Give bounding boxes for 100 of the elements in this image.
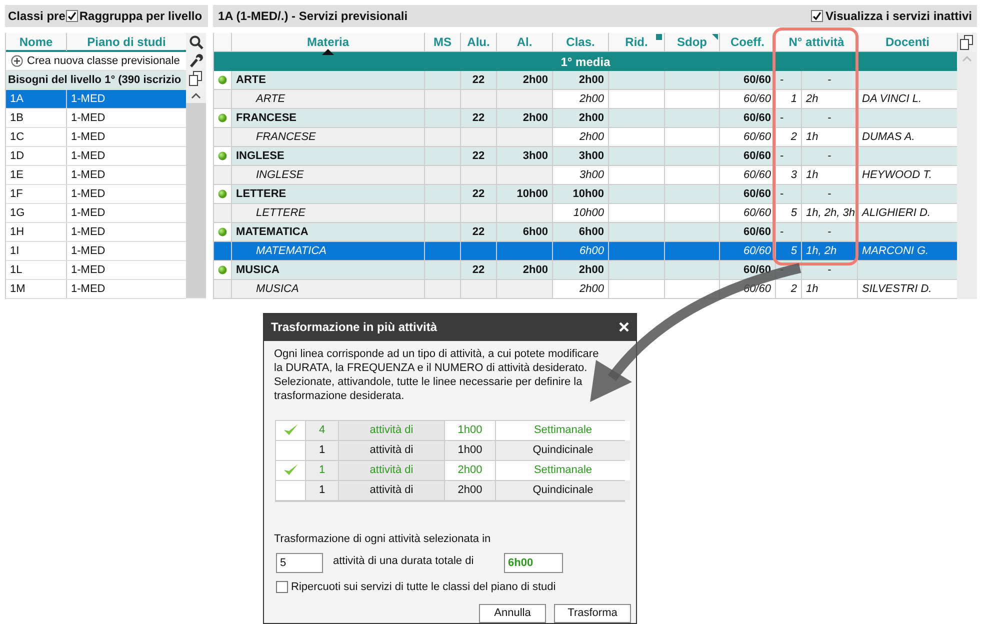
table-cell: 1L: [6, 261, 67, 279]
subject-row[interactable]: FRANCESE 22 2h00 2h00 60/60 - -: [214, 109, 957, 128]
column-header[interactable]: Coeff.: [720, 33, 776, 51]
column-header[interactable]: Al.: [497, 33, 553, 51]
table-cell: 6h00: [553, 223, 609, 241]
checkbox-label: Raggruppa per livello: [79, 8, 202, 25]
table-cell: -: [776, 71, 802, 89]
subject-cell: LETTERE: [232, 204, 425, 222]
table-cell: 6h00: [553, 242, 609, 260]
option-frequency[interactable]: Settimanale: [496, 420, 630, 440]
table-cell: 22: [461, 71, 497, 89]
subject-cell: MUSICA: [232, 261, 425, 279]
option-row[interactable]: 4 attività di 1h00 Settimanale: [276, 420, 624, 440]
count-field[interactable]: 5: [276, 553, 323, 574]
service-row[interactable]: MUSICA 2h00 60/60 2 1h SILVESTRI D.: [214, 280, 957, 299]
service-row[interactable]: FRANCESE 2h00 60/60 2 1h DUMAS A.: [214, 128, 957, 147]
table-cell: 22: [461, 261, 497, 279]
table-cell: 60/60: [720, 109, 776, 127]
class-row[interactable]: 1E 1-MED: [6, 166, 186, 185]
subject-cell: ARTE: [232, 71, 425, 89]
class-row[interactable]: 1L 1-MED: [6, 261, 186, 280]
table-cell: -: [802, 147, 858, 165]
subject-cell: FRANCESE: [232, 109, 425, 127]
subject-cell: MUSICA: [232, 280, 425, 298]
table-cell: -: [802, 185, 858, 203]
table-cell: 1h, 2h: [802, 242, 858, 260]
column-header[interactable]: MS: [425, 33, 461, 51]
option-frequency[interactable]: Quindicinale: [496, 440, 630, 460]
table-cell: 60/60: [720, 71, 776, 89]
column-header[interactable]: N° attività: [776, 33, 858, 51]
table-cell: 2h00: [553, 109, 609, 127]
table-cell: 22: [461, 223, 497, 241]
class-row[interactable]: 1M 1-MED: [6, 280, 186, 299]
class-row[interactable]: 1H 1-MED: [6, 223, 186, 242]
option-row[interactable]: 1 attività di 2h00 Quindicinale: [276, 480, 624, 500]
column-header[interactable]: Rid.: [609, 33, 665, 51]
column-header[interactable]: Clas.: [553, 33, 609, 51]
table-cell: 1B: [6, 109, 67, 127]
table-cell: 60/60: [720, 223, 776, 241]
total-field[interactable]: 6h00: [504, 553, 563, 574]
class-row[interactable]: 1C 1-MED: [6, 128, 186, 147]
dialog-button[interactable]: Annulla: [479, 604, 546, 623]
column-header[interactable]: Sdop: [665, 33, 720, 51]
column-header[interactable]: Nome: [6, 33, 67, 51]
dialog-description: Ogni linea corrisponde ad un tipo di attività, a cui potete modificare la DURATA, la FREQUENZA e il NUMERO di attività desiderato. Selezionate, attivandole, tutte le linee necessarie per definire la trasformazione desiderata.: [273, 346, 600, 402]
table-cell: 1M: [6, 280, 67, 298]
option-duration[interactable]: 2h00: [445, 480, 496, 500]
service-row[interactable]: ARTE 2h00 60/60 1 2h DA VINCI L.: [214, 90, 957, 109]
class-row[interactable]: 1I 1-MED: [6, 242, 186, 261]
table-cell: 22: [461, 109, 497, 127]
option-frequency[interactable]: Settimanale: [496, 460, 630, 480]
table-cell: 6h00: [497, 223, 553, 241]
table-cell: 60/60: [720, 185, 776, 203]
option-duration[interactable]: 1h00: [445, 420, 496, 440]
option-count[interactable]: 1: [306, 440, 339, 460]
group-row: Bisogni del livello 1° (390 iscrizio: [6, 71, 186, 90]
class-row[interactable]: 1D 1-MED: [6, 147, 186, 166]
class-row[interactable]: 1F 1-MED: [6, 185, 186, 204]
option-duration[interactable]: 2h00: [445, 460, 496, 480]
subject-cell: INGLESE: [232, 147, 425, 165]
service-row[interactable]: LETTERE 10h00 60/60 5 1h, 2h, 3h ALIGHIERI D.: [214, 204, 957, 223]
option-count[interactable]: 1: [306, 480, 339, 500]
class-row[interactable]: 1A 1-MED: [6, 90, 186, 109]
table-cell: -: [776, 223, 802, 241]
table-cell: 10h00: [553, 185, 609, 203]
table-cell: -: [802, 223, 858, 241]
option-row[interactable]: 1 attività di 1h00 Quindicinale: [276, 440, 624, 460]
table-cell: -: [776, 147, 802, 165]
subject-cell: MATEMATICA: [232, 223, 425, 241]
class-row[interactable]: 1B 1-MED: [6, 109, 186, 128]
option-duration[interactable]: 1h00: [445, 440, 496, 460]
table-cell: 2h00: [497, 109, 553, 127]
subject-row[interactable]: MATEMATICA 22 6h00 6h00 60/60 - -: [214, 223, 957, 242]
table-cell: 1I: [6, 242, 67, 260]
table-cell: 1G: [6, 204, 67, 222]
option-frequency[interactable]: Quindicinale: [496, 480, 630, 500]
dialog-title: Trasformazione in più attività: [271, 319, 438, 336]
subject-row[interactable]: INGLESE 22 3h00 3h00 60/60 - -: [214, 147, 957, 166]
column-header[interactable]: Alu.: [461, 33, 497, 51]
create-class-button[interactable]: Crea nuova classe previsionale: [6, 52, 186, 71]
table-cell: 1C: [6, 128, 67, 146]
dialog-button[interactable]: Trasforma: [554, 604, 631, 623]
class-row[interactable]: 1G 1-MED: [6, 204, 186, 223]
subject-row[interactable]: MUSICA 22 2h00 2h00 60/60 - -: [214, 261, 957, 280]
service-row[interactable]: INGLESE 3h00 60/60 3 1h HEYWOOD T.: [214, 166, 957, 185]
subject-cell: ARTE: [232, 90, 425, 108]
subject-row[interactable]: ARTE 22 2h00 2h00 60/60 - -: [214, 71, 957, 90]
table-cell: 60/60: [720, 242, 776, 260]
table-cell: 2h00: [553, 261, 609, 279]
table-cell: 3h00: [553, 147, 609, 165]
table-cell: 22: [461, 185, 497, 203]
table-cell: 2h00: [497, 261, 553, 279]
panel-title: 1A (1-MED/.) - Servizi previsionali: [218, 8, 408, 25]
subject-row[interactable]: LETTERE 22 10h00 10h00 60/60 - -: [214, 185, 957, 204]
table-cell: 1F: [6, 185, 67, 203]
table-cell: 22: [461, 147, 497, 165]
service-row[interactable]: MATEMATICA 6h00 60/60 5 1h, 2h MARCONI G.: [214, 242, 957, 261]
summary-label: Trasformazione di ogni attività selezionata in: [274, 532, 492, 546]
option-row[interactable]: 1 attività di 2h00 Settimanale: [276, 460, 624, 480]
checkbox-label: Ripercuoti sui servizi di tutte le classi del piano di studi: [291, 580, 556, 594]
